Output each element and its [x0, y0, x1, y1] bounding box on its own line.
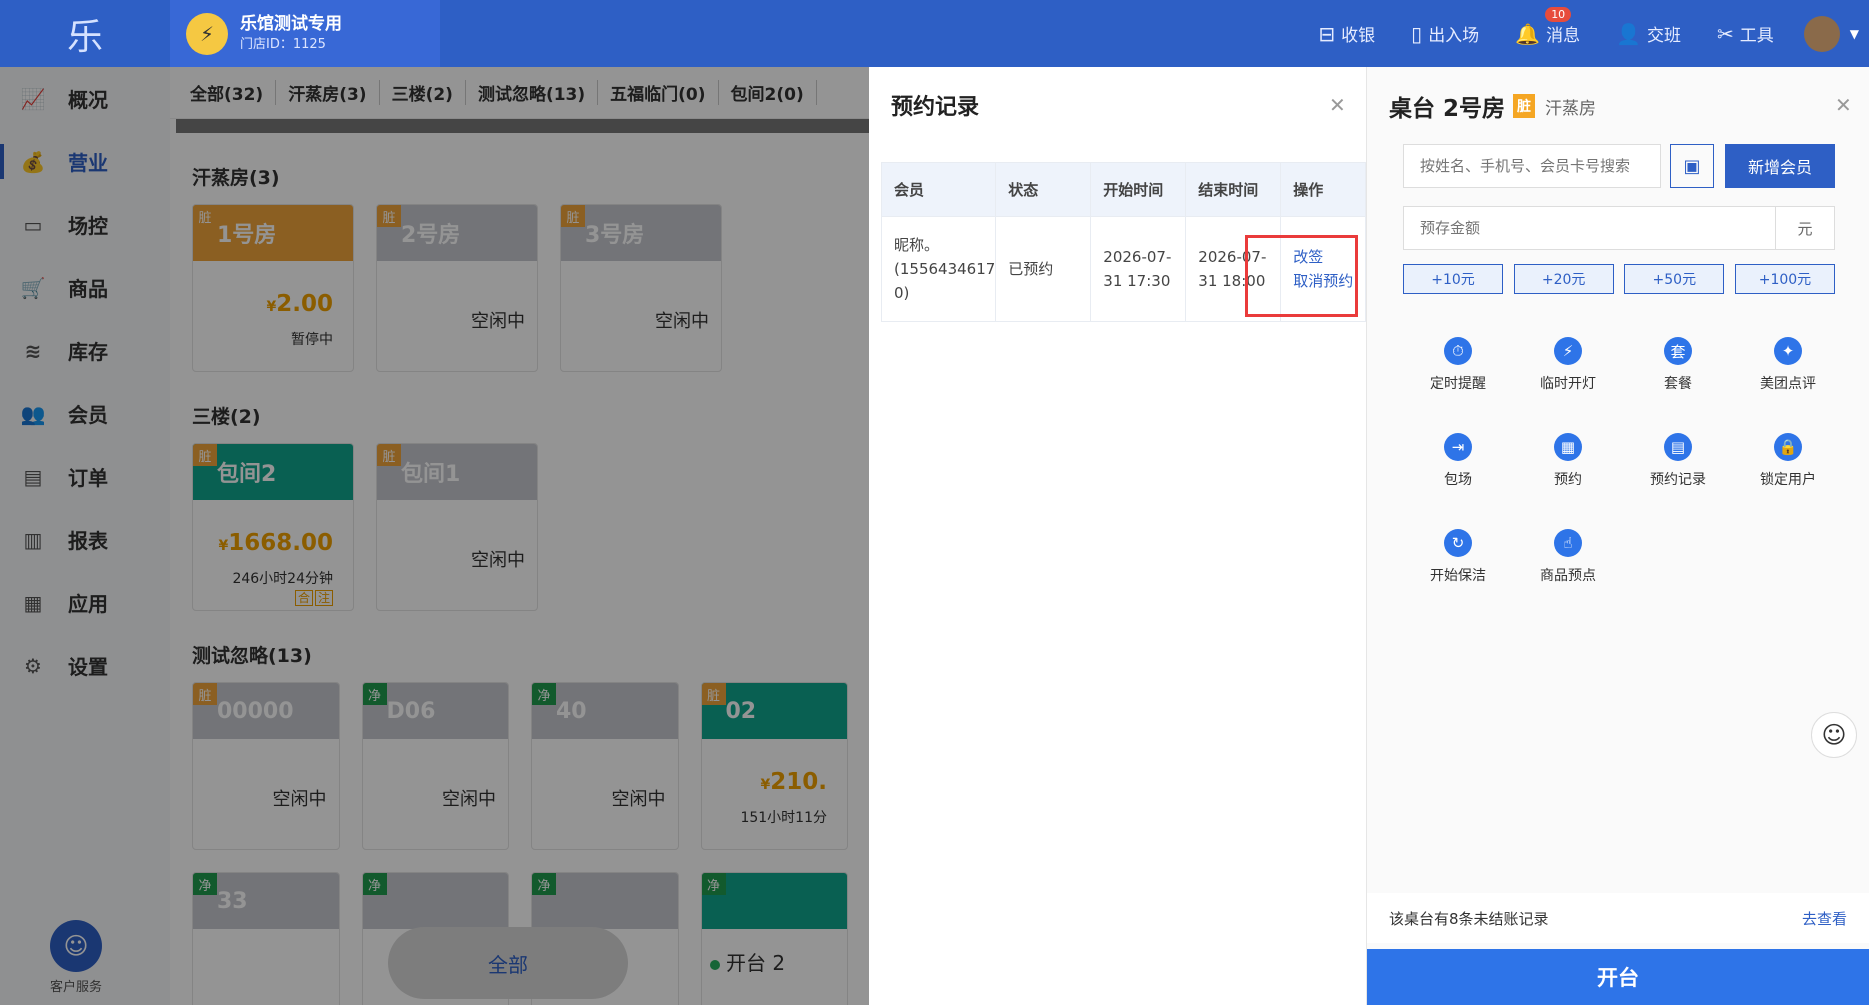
- temp-light-button[interactable]: ⚡ 临时开灯: [1513, 337, 1623, 433]
- calendar-icon: ▦: [1554, 433, 1582, 461]
- start-cleaning-button[interactable]: ↻ 开始保洁: [1403, 529, 1513, 625]
- room-category: 汗蒸房: [1545, 98, 1597, 119]
- meituan-icon: ✦: [1774, 337, 1802, 365]
- open-table-button[interactable]: 开台: [1367, 949, 1869, 1005]
- app-logo: 乐: [66, 16, 103, 58]
- tools-icon: ✂: [1717, 21, 1734, 46]
- column-header: 结束时间: [1185, 162, 1282, 217]
- booking-records-panel: 预约记录 ✕ 会员 状态 开始时间 结束时间 操作 昵称。(1556434617…: [869, 67, 1367, 1005]
- quick-amount-button[interactable]: +100元: [1734, 264, 1835, 294]
- quick-amount-button[interactable]: +50元: [1624, 264, 1725, 294]
- highlight-box: [1245, 235, 1358, 317]
- start-time-cell: 2026-07-31 17:30: [1090, 216, 1187, 322]
- chevron-down-icon[interactable]: ▼: [1850, 27, 1859, 41]
- card-icon: ▣: [1683, 155, 1701, 177]
- tools-button[interactable]: ✂ 工具: [1717, 21, 1774, 47]
- member-cell: 昵称。(1556434617 0): [880, 216, 997, 322]
- store-switcher[interactable]: ⚡ 乐馆测试专用 门店ID：1125: [170, 0, 440, 67]
- cashier-button[interactable]: ⊟ 收银: [1318, 21, 1375, 47]
- add-member-button[interactable]: 新增会员: [1725, 144, 1835, 188]
- book-venue-button[interactable]: ⇥ 包场: [1403, 433, 1513, 529]
- scan-card-button[interactable]: ▣: [1670, 144, 1714, 188]
- top-bar: 乐 ⚡ 乐馆测试专用 门店ID：1125 ⊟ 收银 ▯ 出入场 🔔 消息 10 👤 交班 …: [0, 0, 1869, 67]
- amount-unit: 元: [1776, 206, 1835, 250]
- store-name: 乐馆测试专用: [240, 13, 342, 34]
- hand-pointer-icon: ☝: [1554, 529, 1582, 557]
- quick-amount-button[interactable]: +10元: [1403, 264, 1503, 294]
- action-grid: ⏱ 定时提醒 ⚡ 临时开灯 套套餐 ✦ 美团点评 ⇥ 包场 ▦ 预约 ▤ 预约记录 🔒 锁定用…: [1403, 337, 1843, 625]
- messages-button[interactable]: 🔔 消息 10: [1515, 7, 1580, 46]
- panel-title: 预约记录: [891, 95, 980, 120]
- package-icon: 套: [1664, 337, 1692, 365]
- bell-icon: 🔔: [1515, 21, 1541, 46]
- quick-amount-button[interactable]: +20元: [1513, 264, 1614, 294]
- user-avatar[interactable]: [1803, 15, 1840, 52]
- timer-icon: ⏱: [1444, 337, 1472, 365]
- handover-button[interactable]: 👤 交班: [1616, 21, 1681, 47]
- column-header: 操作: [1280, 162, 1366, 217]
- member-search-input[interactable]: [1403, 144, 1661, 188]
- package-button[interactable]: 套套餐: [1623, 337, 1733, 433]
- booking-records-button[interactable]: ▤ 预约记录: [1623, 433, 1733, 529]
- refresh-icon: ↻: [1444, 529, 1472, 557]
- close-icon[interactable]: ✕: [1835, 93, 1852, 117]
- assistant-avatar-icon[interactable]: ☺: [1811, 712, 1857, 758]
- quick-amounts: +10元 +20元 +50元 +100元: [1403, 264, 1835, 294]
- entry-exit-button[interactable]: ▯ 出入场: [1411, 21, 1479, 47]
- unpaid-records-bar: 该桌台有8条未结账记录 去查看: [1367, 893, 1869, 943]
- lightning-icon: ⚡: [1554, 337, 1582, 365]
- store-logo-icon: ⚡: [186, 12, 228, 55]
- status-cell: 已预约: [995, 216, 1092, 322]
- cashier-icon: ⊟: [1318, 21, 1336, 46]
- room-detail-panel: 桌台 2号房 脏 汗蒸房 ✕ ▣ 新增会员 元 +10元 +20元 +50元 +…: [1367, 67, 1869, 1005]
- view-records-link[interactable]: 去查看: [1802, 908, 1847, 929]
- reserve-button[interactable]: ▦ 预约: [1513, 433, 1623, 529]
- column-header: 状态: [995, 162, 1092, 217]
- dirty-tag: 脏: [1513, 94, 1536, 118]
- lock-icon: 🔒: [1774, 433, 1802, 461]
- timer-reminder-button[interactable]: ⏱ 定时提醒: [1403, 337, 1513, 433]
- meituan-button[interactable]: ✦ 美团点评: [1733, 337, 1843, 433]
- calendar-clock-icon: ▤: [1664, 433, 1692, 461]
- handover-icon: 👤: [1616, 21, 1641, 46]
- enter-icon: ⇥: [1444, 433, 1472, 461]
- unpaid-records-text: 该桌台有8条未结账记录: [1389, 909, 1549, 928]
- modal-overlay[interactable]: [0, 67, 870, 1005]
- store-id: 门店ID：1125: [240, 36, 326, 52]
- message-count-badge: 10: [1545, 7, 1572, 22]
- deposit-amount-input[interactable]: [1403, 206, 1776, 250]
- column-header: 会员: [880, 162, 997, 217]
- door-icon: ▯: [1411, 21, 1423, 46]
- close-icon[interactable]: ✕: [1329, 93, 1346, 117]
- pre-order-button[interactable]: ☝ 商品预点: [1513, 529, 1623, 625]
- detail-title: 桌台 2号房 脏 汗蒸房: [1389, 89, 1596, 123]
- column-header: 开始时间: [1090, 162, 1187, 217]
- lock-user-button[interactable]: 🔒 锁定用户: [1733, 433, 1843, 529]
